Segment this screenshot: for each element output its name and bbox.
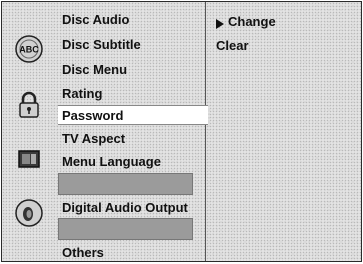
selection-arrow-icon [216, 19, 224, 29]
svg-text:ABC: ABC [19, 45, 39, 55]
empty-slot-box [58, 173, 193, 195]
empty-slot-box [58, 218, 193, 240]
menu-item-others[interactable]: Others [62, 245, 104, 260]
menu-item-menu-language[interactable]: Menu Language [62, 154, 161, 169]
abc-disc-icon: ABC [15, 35, 43, 63]
padlock-icon [19, 91, 39, 118]
submenu-item-change[interactable]: Change [228, 14, 276, 29]
tv-screen-icon [18, 150, 40, 168]
dvd-setup-screen: ABC Disc Audio Disc Subtitle Disc Menu R… [1, 1, 362, 262]
speaker-icon [15, 199, 43, 227]
menu-item-disc-subtitle[interactable]: Disc Subtitle [62, 37, 141, 52]
menu-item-password[interactable]: Password [62, 108, 123, 123]
menu-item-disc-menu[interactable]: Disc Menu [62, 62, 127, 77]
submenu-item-clear[interactable]: Clear [216, 38, 249, 53]
menu-item-disc-audio[interactable]: Disc Audio [62, 12, 129, 27]
menu-item-rating[interactable]: Rating [62, 86, 102, 101]
column-divider [205, 2, 206, 261]
menu-item-digital-audio-output[interactable]: Digital Audio Output [62, 200, 188, 215]
menu-item-tv-aspect[interactable]: TV Aspect [62, 131, 125, 146]
